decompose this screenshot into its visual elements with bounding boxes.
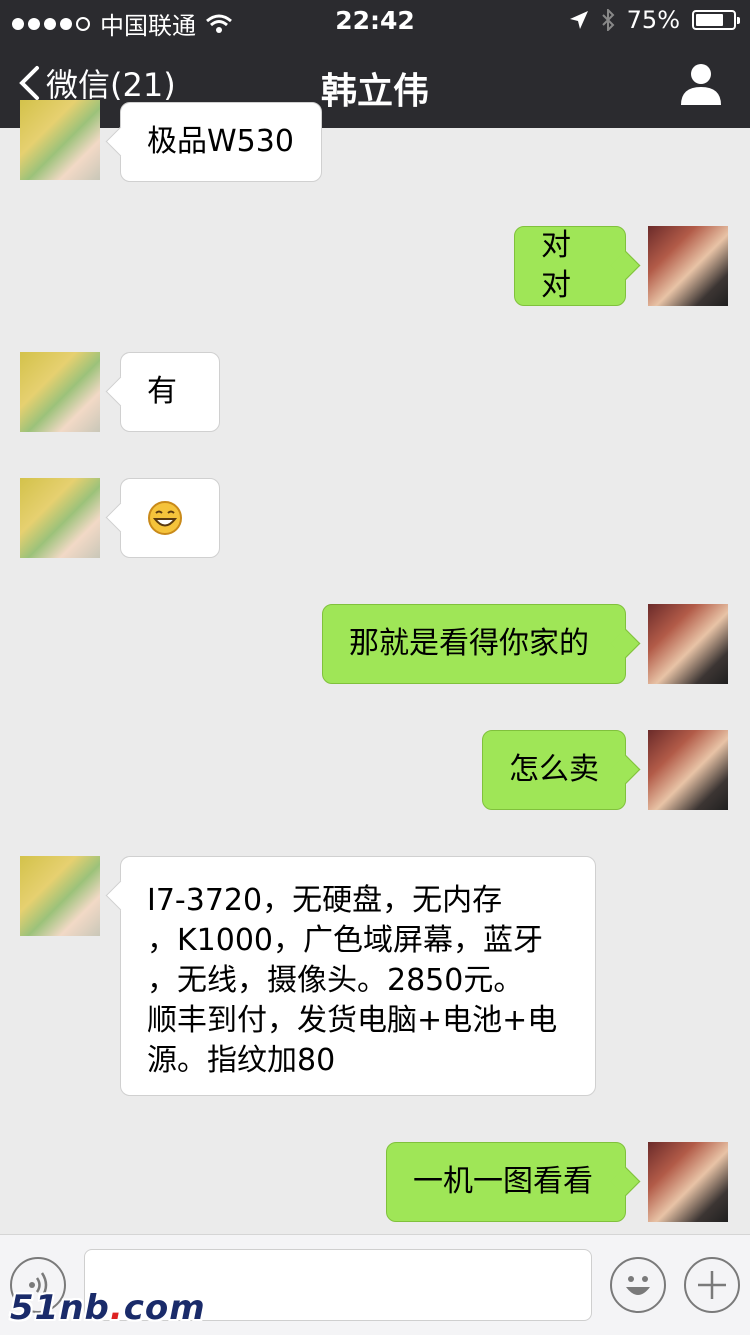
top-bar: 中国联通 22:42 75% 微信(21) 韩立伟 xyxy=(0,0,750,128)
battery-percent: 75% xyxy=(626,6,680,34)
message-text: 极品W530 xyxy=(147,124,294,159)
message-text: 有 xyxy=(147,374,177,409)
watermark-dot: . xyxy=(109,1288,124,1328)
plus-icon xyxy=(698,1271,726,1299)
avatar[interactable] xyxy=(648,226,728,306)
smiley-icon xyxy=(626,1276,650,1295)
avatar[interactable] xyxy=(20,352,100,432)
battery-fill xyxy=(696,14,723,26)
avatar[interactable] xyxy=(20,100,100,180)
message-bubble[interactable]: 那就是看得你家的 xyxy=(322,604,626,684)
message-bubble[interactable]: 对对 xyxy=(514,226,626,306)
message-text: 对对 xyxy=(541,228,571,303)
message-bubble[interactable] xyxy=(120,478,220,558)
more-button[interactable] xyxy=(684,1257,740,1313)
message-bubble[interactable]: 一机一图看看 xyxy=(386,1142,626,1222)
avatar[interactable] xyxy=(648,1142,728,1222)
status-right: 75% xyxy=(569,6,740,34)
nav-bar: 微信(21) 韩立伟 xyxy=(0,40,750,128)
message-text: 一机一图看看 xyxy=(413,1164,593,1199)
message-text: I7-3720，无硬盘，无内存 ，K1000，广色域屏幕，蓝牙 ，无线，摄像头。… xyxy=(147,883,558,1078)
message-text: 那就是看得你家的 xyxy=(349,626,589,661)
location-arrow-icon xyxy=(569,11,588,29)
avatar[interactable] xyxy=(648,730,728,810)
watermark-tld: com xyxy=(123,1288,206,1328)
message-bubble[interactable]: 怎么卖 xyxy=(482,730,626,810)
avatar[interactable] xyxy=(20,478,100,558)
battery-icon xyxy=(692,10,740,30)
bluetooth-icon xyxy=(601,9,615,31)
message-text: 怎么卖 xyxy=(509,752,599,787)
avatar[interactable] xyxy=(20,856,100,936)
watermark-brand: 51nb xyxy=(10,1288,110,1328)
contact-profile-icon[interactable] xyxy=(680,62,722,106)
avatar[interactable] xyxy=(648,604,728,684)
grinning-face-emoji-icon xyxy=(148,501,182,535)
emoji-button[interactable] xyxy=(610,1257,666,1313)
message-bubble[interactable]: I7-3720，无硬盘，无内存 ，K1000，广色域屏幕，蓝牙 ，无线，摄像头。… xyxy=(120,856,596,1096)
watermark-logo: 51nb.com xyxy=(10,1288,206,1328)
status-bar: 中国联通 22:42 75% xyxy=(0,0,750,40)
message-bubble[interactable]: 有 xyxy=(120,352,220,432)
message-bubble[interactable]: 极品W530 xyxy=(120,102,322,182)
page-title: 韩立伟 xyxy=(320,71,429,112)
